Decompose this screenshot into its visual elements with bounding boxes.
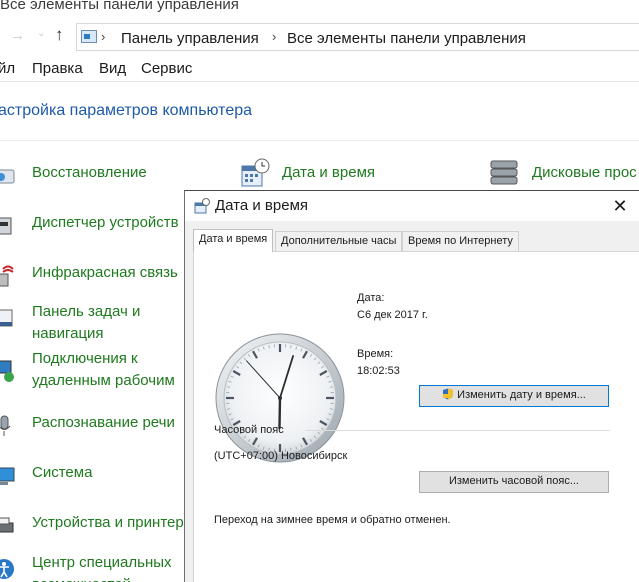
cp-item-accessibility[interactable]: Центр специальных возможностей bbox=[0, 551, 184, 582]
address-bar-row: → ⌄ ↑ › Панель управления › Все элементы… bbox=[0, 22, 639, 52]
cp-item-label: Распознавание речи bbox=[32, 414, 175, 431]
timezone-label: Часовой пояс bbox=[214, 424, 284, 436]
change-date-time-button[interactable]: Изменить дату и время... bbox=[419, 385, 609, 407]
divider bbox=[0, 140, 639, 141]
cp-item-label-line2: возможностей bbox=[32, 574, 131, 582]
address-box[interactable]: › Панель управления › Все элементы панел… bbox=[76, 23, 639, 51]
time-value: 18:02:53 bbox=[357, 365, 400, 377]
window-title: Все элементы панели управления bbox=[0, 0, 239, 13]
control-panel-icon bbox=[81, 30, 97, 43]
cp-item-devices-printers[interactable]: Устройства и принтеры bbox=[0, 510, 194, 550]
date-label: Дата: bbox=[357, 292, 385, 304]
cp-item-label: Система bbox=[32, 464, 93, 481]
uac-shield-icon bbox=[443, 388, 454, 400]
menu-view[interactable]: Вид bbox=[99, 60, 126, 77]
device-manager-icon bbox=[0, 217, 12, 235]
cp-item-label-line2: удаленным рабочим bbox=[32, 372, 175, 389]
breadcrumb-separator-icon[interactable]: › bbox=[272, 29, 276, 44]
dialog-title: Дата и время bbox=[215, 197, 309, 214]
close-icon[interactable]: ✕ bbox=[605, 194, 635, 218]
accessibility-icon bbox=[0, 559, 14, 579]
recovery-icon bbox=[0, 169, 15, 184]
cp-item-label: Диспетчер устройств bbox=[32, 214, 179, 231]
infrared-icon bbox=[0, 265, 14, 287]
system-icon bbox=[0, 467, 15, 485]
calendar-clock-icon bbox=[241, 158, 270, 187]
tab-internet-time[interactable]: Время по Интернету bbox=[402, 231, 519, 251]
breadcrumb-all-items[interactable]: Все элементы панели управления bbox=[287, 30, 526, 47]
cp-item-remote-desktop[interactable]: Подключения к удаленным рабочим bbox=[0, 347, 184, 395]
remote-desktop-icon bbox=[0, 360, 14, 382]
date-time-icon bbox=[194, 198, 210, 214]
cp-item-label: Дисковые прос bbox=[532, 164, 637, 181]
cp-item-label: Подключения к bbox=[32, 350, 138, 367]
menu-tools[interactable]: Сервис bbox=[141, 60, 192, 77]
storage-spaces-icon bbox=[490, 160, 518, 185]
cp-item-label: Устройства и принтеры bbox=[32, 514, 195, 531]
tab-additional-clocks[interactable]: Дополнительные часы bbox=[275, 231, 403, 251]
up-arrow-icon[interactable]: ↑ bbox=[55, 25, 64, 45]
cp-item-infrared[interactable]: Инфракрасная связь bbox=[0, 260, 184, 300]
tab-panel: Дата: С6 дек 2017 г. Время: 18:02:53 Изм… bbox=[193, 251, 639, 582]
cp-item-label: Центр специальных bbox=[32, 554, 172, 571]
cp-item-taskbar[interactable]: Панель задач и навигация bbox=[0, 300, 184, 348]
date-value: С6 дек 2017 г. bbox=[357, 309, 428, 321]
taskbar-icon bbox=[0, 309, 13, 327]
date-time-dialog: Дата и время ✕ Дата: С6 дек 2017 г. Врем… bbox=[184, 190, 639, 582]
change-date-time-label: Изменить дату и время... bbox=[457, 389, 586, 401]
cp-item-label: Панель задач и bbox=[32, 303, 141, 320]
page-heading: астройка параметров компьютера bbox=[0, 102, 253, 119]
change-timezone-button[interactable]: Изменить часовой пояс... bbox=[419, 471, 609, 493]
microphone-icon bbox=[0, 415, 11, 436]
cp-item-label: Дата и время bbox=[282, 164, 376, 181]
forward-arrow-icon[interactable]: → bbox=[10, 27, 25, 44]
dst-note: Переход на зимнее время и обратно отмене… bbox=[214, 514, 451, 526]
menu-file[interactable]: йл bbox=[0, 60, 15, 77]
tab-date-time[interactable]: Дата и время bbox=[193, 229, 274, 252]
analog-clock bbox=[215, 333, 345, 463]
printer-icon bbox=[0, 517, 14, 533]
menu-edit[interactable]: Правка bbox=[32, 60, 83, 77]
cp-item-speech[interactable]: Распознавание речи bbox=[0, 410, 184, 450]
cp-item-label-line2: навигация bbox=[32, 325, 104, 342]
breadcrumb-control-panel[interactable]: Панель управления bbox=[121, 30, 259, 47]
recent-locations-chevron-icon[interactable]: ⌄ bbox=[37, 28, 45, 39]
cp-item-label: Инфракрасная связь bbox=[32, 264, 178, 281]
cp-item-device-manager[interactable]: Диспетчер устройств bbox=[0, 210, 184, 250]
time-label: Время: bbox=[357, 348, 394, 360]
timezone-divider bbox=[306, 430, 610, 431]
cp-item-system[interactable]: Система bbox=[0, 460, 184, 500]
dialog-title-bar[interactable]: Дата и время ✕ bbox=[185, 191, 639, 221]
cp-item-recovery[interactable]: Восстановление bbox=[0, 160, 180, 200]
breadcrumb-separator-icon[interactable]: › bbox=[101, 29, 105, 44]
menu-bar: йл Правка Вид Сервис bbox=[0, 56, 639, 82]
cp-item-label: Восстановление bbox=[32, 164, 147, 181]
timezone-value: (UTC+07:00) Новосибирск bbox=[214, 450, 348, 462]
